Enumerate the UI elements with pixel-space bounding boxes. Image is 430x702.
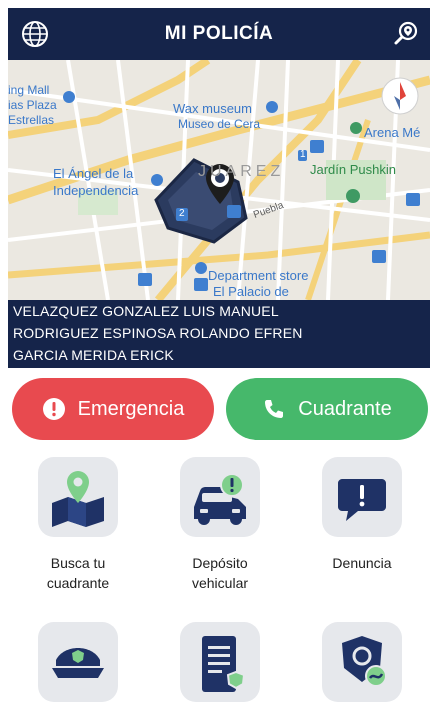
car-alert-icon: [194, 473, 246, 525]
page-title: MI POLICÍA: [164, 23, 274, 44]
shield-gear-icon: [342, 636, 387, 687]
police-cap-icon: [52, 648, 104, 678]
emergency-button[interactable]: Emergencia: [12, 378, 214, 440]
documents-tile[interactable]: [180, 622, 260, 702]
officers-list: VELAZQUEZ GONZALEZ LUIS MANUEL RODRIGUEZ…: [8, 300, 430, 368]
report-bubble-icon: [338, 479, 386, 521]
app-header: MI POLICÍA: [8, 8, 430, 60]
emergency-label: Emergencia: [77, 397, 185, 420]
document-shield-icon: [202, 636, 246, 692]
report-label: Denuncia: [332, 555, 392, 571]
map-label: Museo de Cera: [178, 117, 261, 131]
phone-icon: [265, 400, 284, 418]
alert-icon: [42, 398, 65, 420]
map-label: Wax museum: [173, 101, 252, 116]
vehicle-deposit-tile[interactable]: [180, 457, 260, 537]
map-label: El Palacio de: [213, 284, 289, 299]
find-quadrant-label: Busca tu cuadrante: [46, 555, 110, 591]
security-tile[interactable]: [322, 622, 402, 702]
map-label: Arena Mé: [364, 125, 421, 140]
map-label: ing Mall: [8, 83, 50, 97]
quadrant-call-button[interactable]: Cuadrante: [226, 378, 428, 440]
location-search-icon[interactable]: [392, 20, 420, 48]
police-tile[interactable]: [38, 622, 118, 702]
vehicle-deposit-label: Depósito vehicular: [191, 555, 249, 591]
map-badge: 1: [300, 149, 306, 160]
map-badge: 2: [179, 208, 185, 219]
compass-icon: [381, 77, 419, 115]
map-label: Independencia: [53, 183, 139, 198]
globe-icon[interactable]: [20, 19, 50, 49]
officer-name: GARCIA MERIDA ERICK: [13, 347, 174, 363]
map-label: El Ángel de la: [53, 166, 134, 181]
map-label: Department store: [208, 268, 309, 283]
map-pin-icon: [52, 471, 104, 527]
map-label: Jardín Pushkin: [310, 162, 396, 177]
map-label: ias Plaza: [8, 98, 57, 112]
map-label: JUAREZ: [198, 163, 285, 180]
map-view[interactable]: ing Mall ias Plaza Estrellas Wax museum …: [8, 60, 430, 300]
find-quadrant-tile[interactable]: [38, 457, 118, 537]
quadrant-label: Cuadrante: [298, 397, 392, 420]
officer-name: RODRIGUEZ ESPINOSA ROLANDO EFREN: [13, 325, 303, 341]
map-label: Estrellas: [8, 113, 55, 127]
report-tile[interactable]: [322, 457, 402, 537]
officer-name: VELAZQUEZ GONZALEZ LUIS MANUEL: [13, 303, 279, 319]
